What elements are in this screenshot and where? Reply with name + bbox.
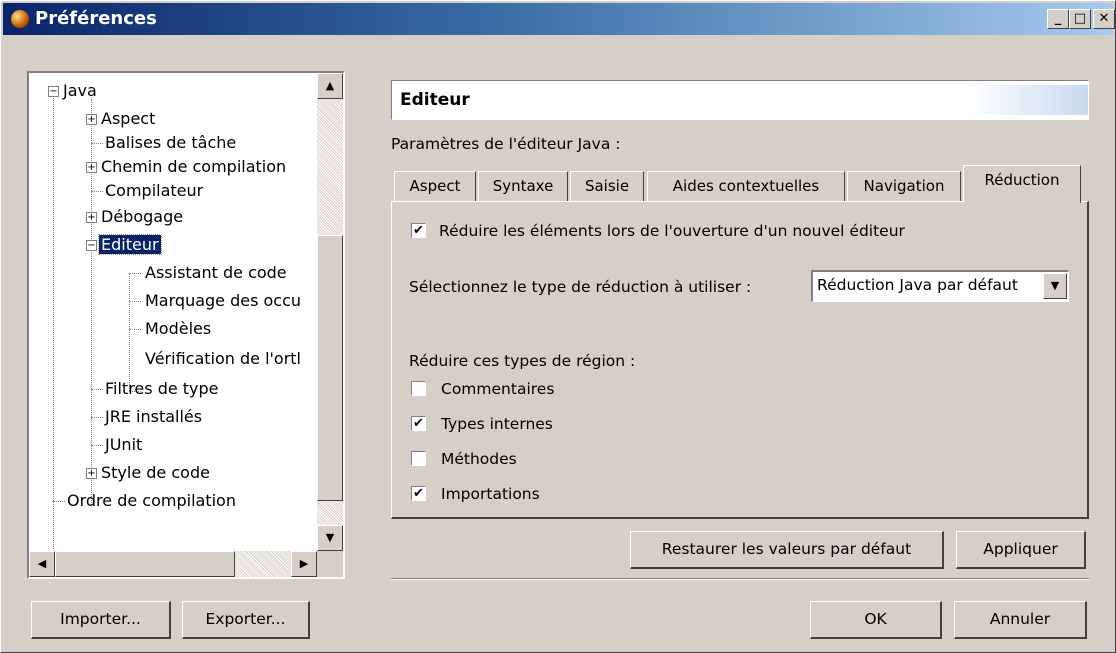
region-types-label: Réduire ces types de région : xyxy=(409,352,636,370)
folding-type-value: Réduction Java par défaut xyxy=(817,276,1018,294)
maximize-button[interactable]: □ xyxy=(1069,9,1091,29)
region-importations-checkbox[interactable]: ✔ xyxy=(411,486,426,501)
region-commentaires-label: Commentaires xyxy=(441,380,555,398)
page-description: Paramètres de l'éditeur Java : xyxy=(391,135,621,153)
ok-button[interactable]: OK xyxy=(810,601,942,639)
tree-item-label: Filtres de type xyxy=(105,379,219,398)
tab-saisie[interactable]: Saisie xyxy=(570,171,644,201)
preferences-window: Préférences _ □ ✕ − Java + Aspect Balise… xyxy=(0,0,1116,653)
tree-connector xyxy=(129,301,141,302)
region-methodes-label: Méthodes xyxy=(441,450,517,468)
window-title: Préférences xyxy=(35,8,157,29)
horizontal-scroll-thumb[interactable] xyxy=(55,551,235,577)
tree-item-assistant[interactable]: Assistant de code xyxy=(143,261,289,285)
tab-aspect[interactable]: Aspect xyxy=(394,171,476,201)
tree-item-junit[interactable]: JUnit xyxy=(103,433,144,457)
chevron-down-icon[interactable]: ▼ xyxy=(1043,273,1067,299)
scroll-left-icon[interactable]: ◀ xyxy=(29,551,55,577)
tree-connector xyxy=(53,93,54,549)
tree-item-label: Editeur xyxy=(98,234,162,255)
cancel-button[interactable]: Annuler xyxy=(954,601,1087,639)
minimize-button[interactable]: _ xyxy=(1047,9,1069,29)
scroll-right-icon[interactable]: ▶ xyxy=(291,551,317,577)
apply-button[interactable]: Appliquer xyxy=(956,531,1086,569)
restore-defaults-button[interactable]: Restaurer les valeurs par défaut xyxy=(630,531,944,569)
tree-expand-icon[interactable]: + xyxy=(86,212,97,223)
tree-item-filtres[interactable]: Filtres de type xyxy=(103,377,221,401)
tree-item-label: Chemin de compilation xyxy=(101,157,287,176)
scroll-down-icon[interactable]: ▼ xyxy=(317,525,343,551)
tree-item-label: JUnit xyxy=(105,435,143,454)
tree-connector xyxy=(53,501,65,502)
enable-folding-checkbox[interactable]: ✔ xyxy=(411,223,426,238)
folding-type-label: Sélectionnez le type de réduction à util… xyxy=(409,278,752,296)
tree-connector xyxy=(129,273,141,274)
tree-item-label: Marquage des occu xyxy=(145,291,302,310)
tree-connector xyxy=(91,143,103,144)
tree-connector xyxy=(91,389,103,390)
tree-item-label: Style de code xyxy=(101,463,210,482)
export-button[interactable]: Exporter... xyxy=(182,601,310,639)
tree-expand-icon[interactable]: + xyxy=(86,114,97,125)
tree-item-chemin[interactable]: + Chemin de compilation xyxy=(81,155,288,179)
separator xyxy=(391,578,1089,580)
tree-item-java[interactable]: − Java xyxy=(43,79,99,103)
tree-connector xyxy=(129,329,141,330)
tree-expand-icon[interactable]: + xyxy=(86,468,97,479)
page-title: Editeur xyxy=(391,80,1089,120)
tree-item-label: Aspect xyxy=(101,109,156,128)
import-button[interactable]: Importer... xyxy=(31,601,171,639)
region-methodes-checkbox[interactable] xyxy=(411,451,426,466)
tree-item-label: Modèles xyxy=(145,319,212,338)
tree-horizontal-scrollbar[interactable]: ◀ ▶ xyxy=(29,551,317,577)
tree-collapse-icon[interactable]: − xyxy=(86,240,97,251)
tab-aides-contextuelles[interactable]: Aides contextuelles xyxy=(647,171,845,201)
tree-item-label: Compilateur xyxy=(105,181,204,200)
tree-item-style[interactable]: + Style de code xyxy=(81,461,212,485)
tree-item-jre[interactable]: JRE installés xyxy=(103,405,204,429)
tree-item-marquage[interactable]: Marquage des occu xyxy=(143,289,303,313)
tree-connector xyxy=(91,417,103,418)
region-importations-label: Importations xyxy=(441,485,540,503)
tree-item-aspect[interactable]: + Aspect xyxy=(81,107,157,131)
tab-navigation[interactable]: Navigation xyxy=(847,171,961,201)
tree-item-label: Assistant de code xyxy=(145,263,287,282)
tree-item-label: Débogage xyxy=(101,207,184,226)
tree-item-editeur[interactable]: − Editeur xyxy=(81,233,162,257)
tree-item-verification[interactable]: Vérification de l'ortl xyxy=(143,347,303,371)
tree-collapse-icon[interactable]: − xyxy=(48,86,59,97)
tree-item-balises[interactable]: Balises de tâche xyxy=(103,131,238,155)
tree-vertical-scrollbar[interactable]: ▲ ▼ xyxy=(317,73,343,551)
tree-expand-icon[interactable]: + xyxy=(86,162,97,173)
tab-reduction[interactable]: Réduction xyxy=(963,165,1081,203)
tree-item-compilateur[interactable]: Compilateur xyxy=(103,179,205,203)
scroll-up-icon[interactable]: ▲ xyxy=(317,73,343,99)
tab-syntaxe[interactable]: Syntaxe xyxy=(478,171,568,201)
region-commentaires-checkbox[interactable] xyxy=(411,381,426,396)
enable-folding-label: Réduire les éléments lors de l'ouverture… xyxy=(439,222,905,240)
tree-item-label: Balises de tâche xyxy=(105,133,237,152)
header-gradient xyxy=(968,85,1088,115)
tree-item-label: Java xyxy=(63,81,97,100)
preferences-tree[interactable]: − Java + Aspect Balises de tâche + Chemi… xyxy=(27,71,345,579)
folding-type-select[interactable]: Réduction Java par défaut ▼ xyxy=(811,270,1069,302)
page-title-text: Editeur xyxy=(400,90,470,110)
tree-connector xyxy=(129,273,130,391)
tree-connector xyxy=(91,445,103,446)
tree-item-debogage[interactable]: + Débogage xyxy=(81,205,185,229)
scroll-corner xyxy=(317,551,343,577)
title-bar[interactable]: Préférences _ □ ✕ xyxy=(3,3,1115,35)
eclipse-app-icon xyxy=(11,10,29,28)
tree-item-label: JRE installés xyxy=(105,407,203,426)
close-button[interactable]: ✕ xyxy=(1093,9,1115,29)
tree-item-label: Vérification de l'ortl xyxy=(145,349,301,368)
tree-connector xyxy=(91,191,103,192)
tree-item-modeles[interactable]: Modèles xyxy=(143,317,213,341)
region-types-internes-checkbox[interactable]: ✔ xyxy=(411,416,426,431)
region-types-internes-label: Types internes xyxy=(441,415,553,433)
tree-item-label: Ordre de compilation xyxy=(67,491,236,510)
vertical-scroll-thumb[interactable] xyxy=(317,235,343,501)
tree-item-ordre[interactable]: Ordre de compilation xyxy=(65,489,238,513)
